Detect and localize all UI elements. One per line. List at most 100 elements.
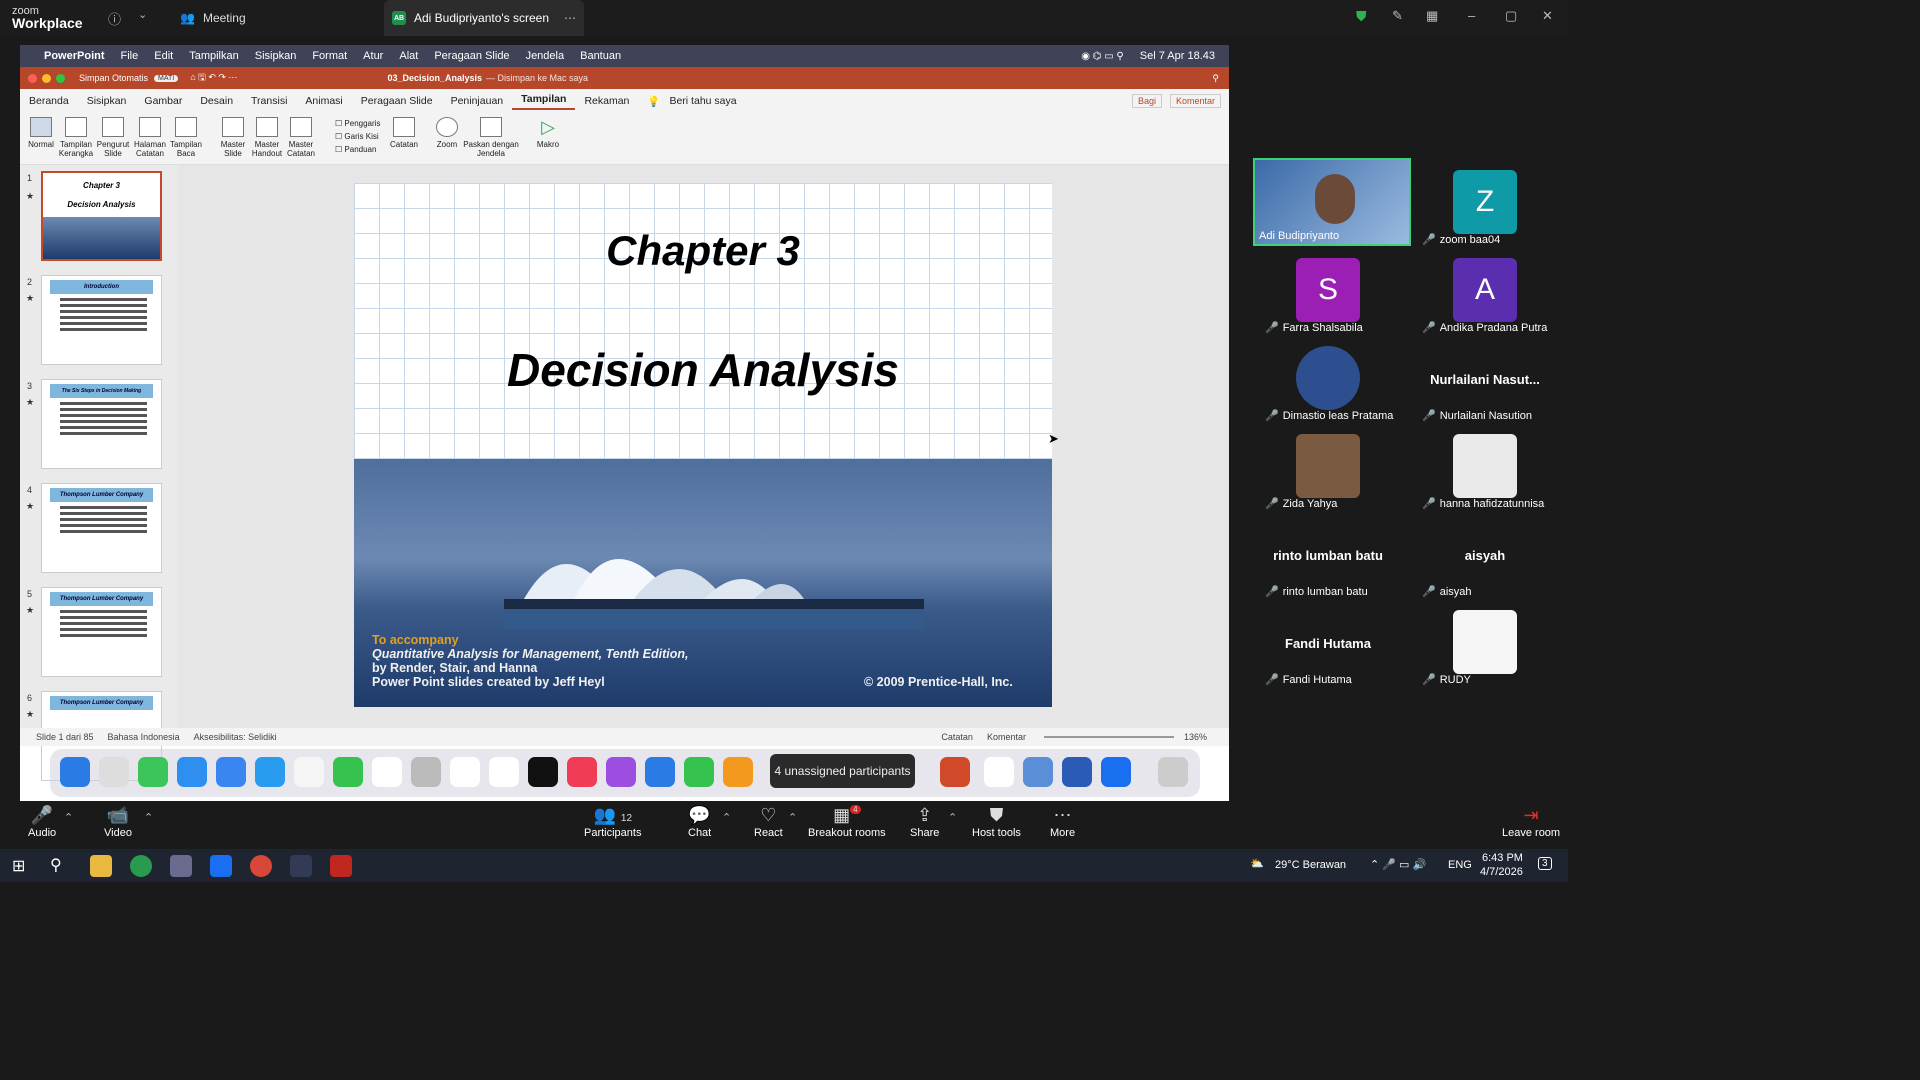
slide-thumbnail[interactable]: Thompson Lumber Company xyxy=(41,587,162,677)
contacts-icon[interactable] xyxy=(411,757,441,787)
view-reading-button[interactable]: Tampilan Baca xyxy=(168,117,204,158)
zoom-window-icon[interactable] xyxy=(56,73,65,83)
safari-icon[interactable] xyxy=(177,757,207,787)
caret-up-icon[interactable]: ⌃ xyxy=(722,811,731,824)
slide-thumbnail-panel[interactable]: 1 ★ Chapter 3 Decision Analysis 2 ★ Intr… xyxy=(20,165,178,781)
participants-button[interactable]: 👥 12 Participants xyxy=(584,805,641,839)
caret-up-icon[interactable]: ⌃ xyxy=(948,811,957,824)
tab-peninjauan[interactable]: Peninjauan xyxy=(442,95,513,107)
master-slide-button[interactable]: Master Slide xyxy=(216,117,250,158)
current-slide[interactable]: Chapter 3 Decision Analysis To accompany… xyxy=(354,183,1052,707)
view-normal-button[interactable]: Normal xyxy=(28,117,54,149)
tab-animasi[interactable]: Animasi xyxy=(296,95,351,107)
reminders-icon[interactable] xyxy=(450,757,480,787)
sydney-opera-house-image[interactable]: To accompany Quantitative Analysis for M… xyxy=(354,459,1052,707)
messages-icon[interactable] xyxy=(138,757,168,787)
participant-tile[interactable]: 🎤 hanna hafidzatunnisa xyxy=(1410,422,1560,510)
word-icon[interactable] xyxy=(1062,757,1092,787)
comments-toggle[interactable]: Komentar xyxy=(987,732,1026,742)
preview-icon[interactable] xyxy=(1023,757,1053,787)
participant-tile[interactable]: 🎤 Dimastio leas Pratama xyxy=(1253,334,1403,422)
host-tools-button[interactable]: ⛊ Host tools xyxy=(972,805,1021,839)
master-notes-button[interactable]: Master Catatan xyxy=(284,117,318,158)
chat-button[interactable]: 💬 Chat xyxy=(688,805,711,839)
caret-up-icon[interactable]: ⌃ xyxy=(64,811,73,824)
freeform-icon[interactable] xyxy=(489,757,519,787)
language-indicator[interactable]: Bahasa Indonesia xyxy=(108,732,180,742)
view-outline-button[interactable]: Tampilan Kerangka xyxy=(58,117,94,158)
slide-thumbnail[interactable]: Introduction xyxy=(41,275,162,365)
menu-item[interactable]: Bantuan xyxy=(572,50,629,62)
zoom-level[interactable]: 136% xyxy=(1184,732,1207,742)
participant-tile[interactable]: 🎤 Zida Yahya xyxy=(1253,422,1403,510)
master-handout-button[interactable]: Master Handout xyxy=(250,117,284,158)
app-icon[interactable] xyxy=(290,855,312,877)
tell-me-box[interactable]: Beri tahu saya xyxy=(669,95,736,107)
layout-icon[interactable]: ▦ xyxy=(1426,8,1438,24)
wifi-icon[interactable]: ◉ ⌬ ▭ ⚲ xyxy=(1073,51,1132,62)
menu-app-name[interactable]: PowerPoint xyxy=(36,50,113,62)
menu-item[interactable]: File xyxy=(113,50,147,62)
maximize-icon[interactable]: ▢ xyxy=(1505,8,1517,24)
slide-thumbnail[interactable]: Chapter 3 Decision Analysis xyxy=(41,171,162,261)
video-button[interactable]: 📹 Video xyxy=(104,805,132,839)
menu-item[interactable]: Alat xyxy=(391,50,426,62)
tab-gambar[interactable]: Gambar xyxy=(135,95,191,107)
notes-toggle[interactable]: Catatan xyxy=(941,732,973,742)
notes-button[interactable]: Catatan xyxy=(388,117,420,149)
caret-up-icon[interactable]: ⌃ xyxy=(788,811,797,824)
menu-item[interactable]: Atur xyxy=(355,50,391,62)
podcasts-icon[interactable] xyxy=(606,757,636,787)
file-explorer-icon[interactable] xyxy=(90,855,112,877)
participant-tile[interactable]: aisyah 🎤 aisyah xyxy=(1410,510,1560,598)
app-icon[interactable] xyxy=(170,855,192,877)
menu-item[interactable]: Format xyxy=(304,50,355,62)
tab-peragaan-slide[interactable]: Peragaan Slide xyxy=(352,95,442,107)
minimize-icon[interactable]: – xyxy=(1468,8,1475,23)
slide-subtitle[interactable]: Decision Analysis xyxy=(354,343,1052,397)
participant-tile[interactable]: rinto lumban batu 🎤 rinto lumban batu xyxy=(1253,510,1403,598)
participant-tile-active[interactable]: Adi Budipriyanto xyxy=(1253,158,1411,246)
home-icon[interactable]: ⌂ 🖫 ↶ ↷ ⋯ xyxy=(190,70,237,86)
close-window-icon[interactable] xyxy=(28,73,37,83)
apple-tv-icon[interactable] xyxy=(528,757,558,787)
breakout-rooms-button[interactable]: ▦ 4 Breakout rooms xyxy=(808,805,886,839)
keynote-icon[interactable] xyxy=(645,757,675,787)
caret-up-icon[interactable]: ⌃ xyxy=(144,811,153,824)
numbers-icon[interactable] xyxy=(684,757,714,787)
react-button[interactable]: ♡ React xyxy=(754,805,783,839)
zoom-taskbar-icon[interactable] xyxy=(210,855,232,877)
finder-icon[interactable] xyxy=(60,757,90,787)
notifications-badge[interactable]: 3 xyxy=(1538,857,1552,870)
participant-tile[interactable]: Fandi Hutama 🎤 Fandi Hutama xyxy=(1253,598,1403,686)
autosave-toggle[interactable]: MATI xyxy=(154,74,179,82)
weather-icon[interactable]: ⛅ xyxy=(1250,857,1264,870)
slide-editor[interactable]: Chapter 3 Decision Analysis To accompany… xyxy=(178,165,1229,728)
powerpoint-icon[interactable] xyxy=(940,757,970,787)
participant-tile[interactable]: Z 🎤 zoom baa04 xyxy=(1410,158,1560,246)
mail-icon[interactable] xyxy=(216,757,246,787)
comment-button[interactable]: Komentar xyxy=(1169,94,1221,108)
slide-thumbnail[interactable]: The Six Steps in Decision Making xyxy=(41,379,162,469)
windows-start-icon[interactable]: ⊞ xyxy=(12,856,25,876)
tab-desain[interactable]: Desain xyxy=(191,95,242,107)
more-button[interactable]: ⋯ More xyxy=(1050,805,1075,839)
app-store-icon[interactable] xyxy=(255,757,285,787)
pages-icon[interactable] xyxy=(723,757,753,787)
info-icon[interactable]: ⓘ xyxy=(108,9,121,28)
music-icon[interactable] xyxy=(567,757,597,787)
menu-item[interactable]: Sisipkan xyxy=(247,50,305,62)
acrobat-icon[interactable] xyxy=(330,855,352,877)
gridlines-checkbox[interactable]: ☐ Garis Kisi xyxy=(335,130,380,143)
fit-window-button[interactable]: Paskan dengan Jendela xyxy=(462,117,520,158)
ruler-checkbox[interactable]: ☐ Penggaris xyxy=(335,117,380,130)
minimize-window-icon[interactable] xyxy=(42,73,51,83)
calendar-icon[interactable] xyxy=(372,757,402,787)
clock-date[interactable]: 4/7/2026 xyxy=(1480,866,1523,878)
zoom-button[interactable]: Zoom xyxy=(434,117,460,149)
system-tray-icons[interactable]: ⌃ 🎤 ▭ 🔊 xyxy=(1370,858,1426,871)
chrome-icon[interactable] xyxy=(130,855,152,877)
participant-tile[interactable]: S 🎤 Farra Shalsabila xyxy=(1253,246,1403,334)
menu-item[interactable]: Edit xyxy=(146,50,181,62)
guides-checkbox[interactable]: ☐ Panduan xyxy=(335,143,380,156)
